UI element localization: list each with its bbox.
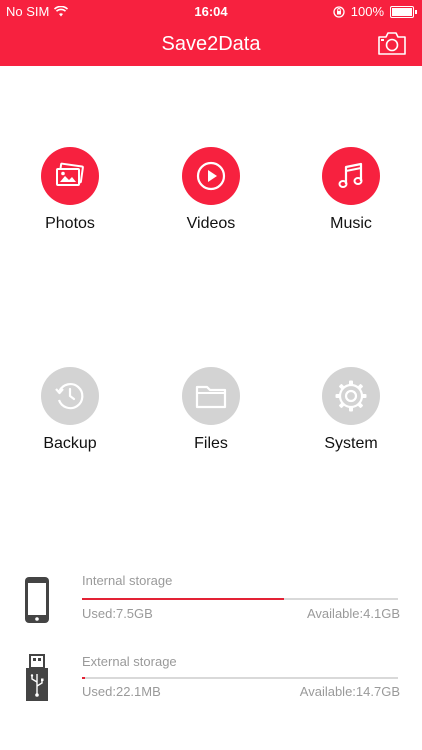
camera-icon[interactable] xyxy=(376,30,408,56)
battery-percent: 100% xyxy=(350,4,384,19)
internal-storage-title: Internal storage xyxy=(82,573,173,588)
internal-storage-row[interactable]: Internal storage Used:7.5GB Available:4.… xyxy=(0,572,422,632)
tile-label-backup: Backup xyxy=(43,435,97,452)
music-note-icon xyxy=(338,162,363,188)
tile-photos[interactable]: Photos xyxy=(10,147,130,233)
external-storage-bar xyxy=(82,677,398,679)
phone-icon xyxy=(25,577,49,623)
external-used: Used:22.1MB xyxy=(82,684,161,699)
tile-label-music: Music xyxy=(330,215,372,232)
tile-files[interactable]: Files xyxy=(151,367,271,453)
internal-storage-fill xyxy=(82,598,285,600)
app-header: No SIM 16:04 100% Save2Data xyxy=(0,0,422,66)
orientation-lock-icon xyxy=(333,5,345,18)
internal-storage-bar xyxy=(82,598,398,600)
internal-available: Available:4.1GB xyxy=(307,606,400,621)
files-button[interactable] xyxy=(182,367,240,425)
tile-label-videos: Videos xyxy=(186,215,236,232)
tile-backup[interactable]: Backup xyxy=(10,367,130,453)
tile-label-system: System xyxy=(324,435,378,452)
tile-music[interactable]: Music xyxy=(291,147,411,233)
tile-system[interactable]: System xyxy=(291,367,411,453)
page-title: Save2Data xyxy=(161,33,261,55)
external-storage-row[interactable]: External storage Used:22.1MB Available:1… xyxy=(0,653,422,713)
photos-icon xyxy=(56,162,84,186)
gear-icon xyxy=(335,380,367,412)
videos-button[interactable] xyxy=(182,147,240,205)
folder-icon xyxy=(195,385,227,409)
tile-videos[interactable]: Videos xyxy=(151,147,271,233)
play-icon xyxy=(196,161,226,191)
battery-icon xyxy=(390,5,417,18)
status-bar: No SIM 16:04 100% xyxy=(0,0,422,22)
music-button[interactable] xyxy=(322,147,380,205)
external-available: Available:14.7GB xyxy=(299,684,400,699)
system-button[interactable] xyxy=(322,367,380,425)
photos-button[interactable] xyxy=(41,147,99,205)
tile-label-photos: Photos xyxy=(45,215,95,232)
external-storage-fill xyxy=(82,677,86,679)
tile-label-files: Files xyxy=(194,435,228,452)
backup-button[interactable] xyxy=(41,367,99,425)
internal-used: Used:7.5GB xyxy=(82,606,153,621)
external-storage-title: External storage xyxy=(82,654,177,669)
usb-drive-icon xyxy=(26,654,48,701)
history-clock-icon xyxy=(55,383,84,410)
